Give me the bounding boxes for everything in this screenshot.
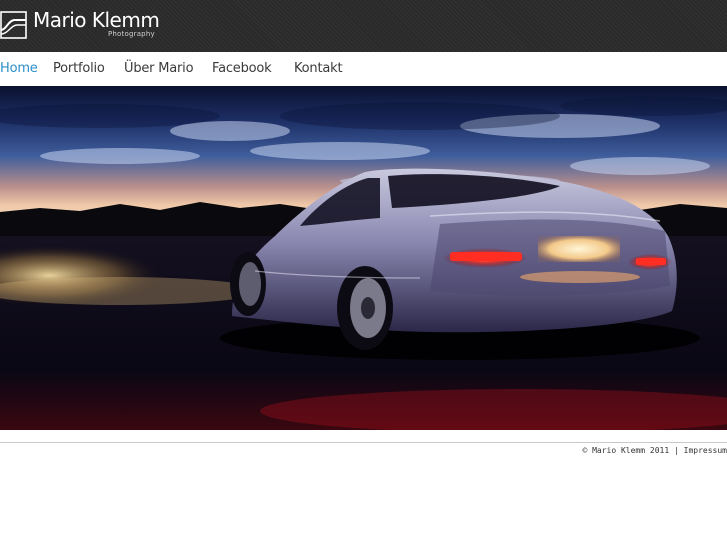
main-nav: Home Portfolio Über Mario Facebook Konta… — [0, 52, 727, 86]
nav-item-kontakt[interactable]: Kontakt — [294, 61, 343, 76]
site-header: Mario Klemm Photography — [0, 0, 727, 52]
brand-tagline: Photography — [108, 30, 155, 38]
nav-item-facebook[interactable]: Facebook — [212, 61, 272, 76]
logo-mark-icon — [0, 11, 27, 39]
brand-name: Mario Klemm — [33, 8, 160, 32]
footer-divider — [0, 442, 727, 443]
nav-item-home[interactable]: Home — [0, 61, 38, 76]
nav-item-portfolio[interactable]: Portfolio — [53, 61, 105, 76]
nav-item-ueber-mario[interactable]: Über Mario — [124, 61, 194, 76]
footer-copyright: © Mario Klemm 2011 — [582, 446, 670, 455]
impressum-link[interactable]: Impressum — [684, 446, 727, 455]
hero-car-photo — [0, 86, 727, 430]
footer-separator: | — [673, 446, 679, 455]
site-footer: © Mario Klemm 2011 | Impressum — [582, 446, 727, 455]
hero-image — [0, 86, 727, 430]
site-logo[interactable]: Mario Klemm Photography — [0, 8, 170, 44]
